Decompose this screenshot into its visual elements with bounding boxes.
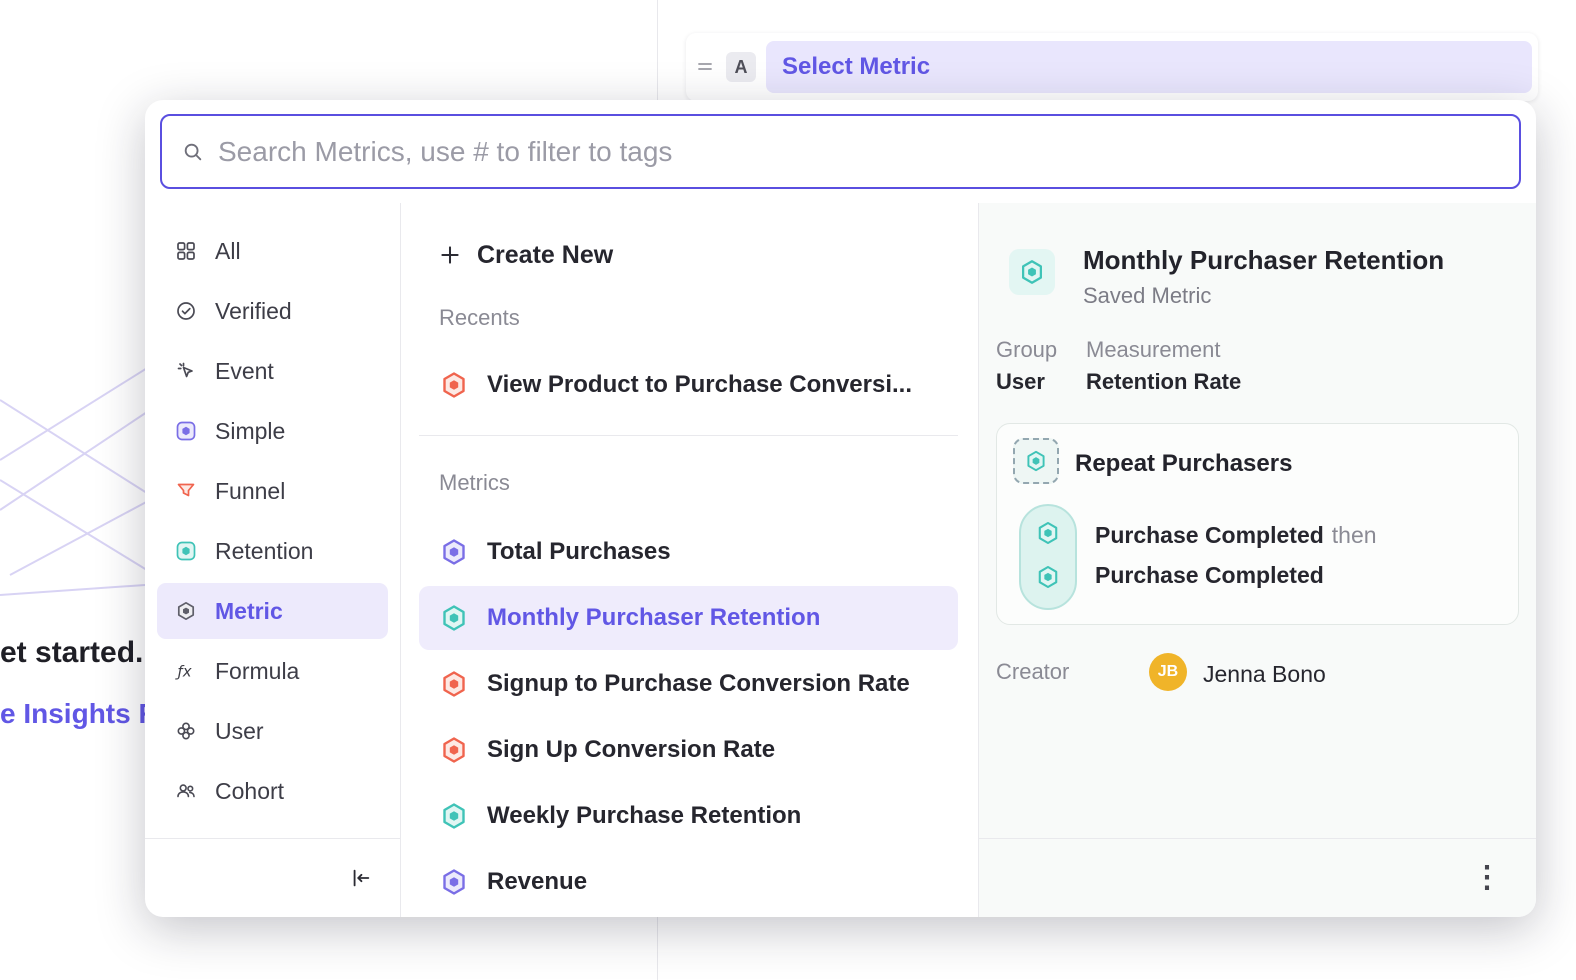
step-connector: then bbox=[1332, 522, 1377, 548]
group-label: Group bbox=[996, 337, 1057, 363]
metric-item-signup-conversion-rate[interactable]: Sign Up Conversion Rate bbox=[419, 718, 958, 782]
purple-hexagon-icon bbox=[439, 537, 469, 567]
sidebar-item-label: Funnel bbox=[215, 478, 285, 505]
funnel-icon bbox=[175, 480, 197, 502]
retention-definition-icon bbox=[1013, 438, 1059, 484]
drag-handle-icon[interactable] bbox=[694, 56, 716, 78]
simple-metric-icon bbox=[175, 420, 197, 442]
create-new-button[interactable]: Create New bbox=[401, 229, 978, 281]
metric-item-total-purchases[interactable]: Total Purchases bbox=[419, 520, 958, 584]
more-options-button[interactable] bbox=[1472, 863, 1502, 893]
search-box[interactable] bbox=[160, 114, 1521, 189]
preview-footer bbox=[979, 838, 1536, 917]
sidebar-item-all[interactable]: All bbox=[157, 223, 388, 279]
teal-hexagon-icon bbox=[1035, 564, 1061, 590]
formula-fx-icon: ƒx bbox=[175, 660, 197, 682]
metric-item-label: View Product to Purchase Conversi... bbox=[487, 371, 912, 399]
preview-title: Monthly Purchaser Retention bbox=[1083, 245, 1444, 276]
metric-item-label: Weekly Purchase Retention bbox=[487, 802, 801, 830]
sidebar-item-label: User bbox=[215, 718, 264, 745]
select-metric-button[interactable]: Select Metric bbox=[766, 41, 1532, 93]
svg-text:ƒx: ƒx bbox=[175, 663, 192, 681]
metrics-section-label: Metrics bbox=[439, 470, 978, 496]
list-divider bbox=[419, 435, 958, 436]
sidebar-item-label: Cohort bbox=[215, 778, 284, 805]
recent-metric-item[interactable]: View Product to Purchase Conversi... bbox=[419, 353, 958, 417]
metric-item-signup-to-purchase-conversion[interactable]: Signup to Purchase Conversion Rate bbox=[419, 652, 958, 716]
metric-toolbar: A Select Metric bbox=[686, 33, 1538, 101]
filter-sidebar: All Verified Event Simple bbox=[145, 203, 401, 917]
teal-hexagon-icon bbox=[439, 801, 469, 831]
creator-label: Creator bbox=[996, 659, 1069, 685]
create-new-label: Create New bbox=[477, 241, 613, 270]
sidebar-item-funnel[interactable]: Funnel bbox=[157, 463, 388, 519]
metric-list-column: Create New Recents View Product to Purch… bbox=[401, 203, 978, 917]
metric-item-monthly-purchaser-retention[interactable]: Monthly Purchaser Retention bbox=[419, 586, 958, 650]
sidebar-item-label: Metric bbox=[215, 598, 283, 625]
sidebar-item-label: Formula bbox=[215, 658, 299, 685]
preview-subtitle: Saved Metric bbox=[1083, 283, 1211, 309]
teal-hexagon-icon bbox=[1018, 258, 1046, 286]
user-flower-icon bbox=[175, 720, 197, 742]
retention-step-1: Purchase Completed then bbox=[1095, 522, 1377, 549]
recents-section-label: Recents bbox=[439, 305, 978, 331]
teal-hexagon-icon bbox=[1024, 449, 1048, 473]
sidebar-item-retention[interactable]: Retention bbox=[157, 523, 388, 579]
cohort-people-icon bbox=[175, 780, 197, 802]
sidebar-item-event[interactable]: Event bbox=[157, 343, 388, 399]
preview-metric-icon-tile bbox=[1009, 249, 1055, 295]
grid-icon bbox=[175, 240, 197, 262]
sidebar-footer bbox=[145, 838, 400, 917]
metric-preview-panel: Monthly Purchaser Retention Saved Metric… bbox=[978, 203, 1536, 917]
sidebar-item-label: All bbox=[215, 238, 241, 265]
metric-item-label: Revenue bbox=[487, 868, 587, 896]
metric-item-label: Total Purchases bbox=[487, 538, 671, 566]
funnel-hexagon-icon bbox=[439, 370, 469, 400]
red-hexagon-icon bbox=[439, 735, 469, 765]
verified-check-icon bbox=[175, 300, 197, 322]
sidebar-item-label: Event bbox=[215, 358, 274, 385]
sidebar-item-simple[interactable]: Simple bbox=[157, 403, 388, 459]
sidebar-item-formula[interactable]: ƒx Formula bbox=[157, 643, 388, 699]
creator-name: Jenna Bono bbox=[1203, 661, 1326, 688]
sidebar-item-cohort[interactable]: Cohort bbox=[157, 763, 388, 819]
measurement-label: Measurement bbox=[1086, 337, 1221, 363]
metric-item-revenue[interactable]: Revenue bbox=[419, 850, 958, 914]
metric-hexagon-icon bbox=[175, 600, 197, 622]
metric-item-label: Signup to Purchase Conversion Rate bbox=[487, 670, 910, 698]
creator-avatar: JB bbox=[1149, 653, 1187, 691]
step-event-name: Purchase Completed bbox=[1095, 522, 1324, 548]
search-input[interactable] bbox=[218, 136, 1499, 168]
sidebar-item-label: Simple bbox=[215, 418, 285, 445]
red-hexagon-icon bbox=[439, 669, 469, 699]
retention-steps-capsule bbox=[1019, 504, 1077, 610]
retention-icon bbox=[175, 540, 197, 562]
metric-item-label: Monthly Purchaser Retention bbox=[487, 604, 820, 632]
metric-item-weekly-purchase-retention[interactable]: Weekly Purchase Retention bbox=[419, 784, 958, 848]
definition-card-title: Repeat Purchasers bbox=[1075, 450, 1292, 478]
sidebar-item-metric[interactable]: Metric bbox=[157, 583, 388, 639]
background-heading-text: et started. bbox=[0, 636, 143, 670]
saved-metric-definition-card: Repeat Purchasers Purchase Completed then… bbox=[996, 423, 1519, 625]
event-cursor-icon bbox=[175, 360, 197, 382]
retention-step-2: Purchase Completed bbox=[1095, 562, 1324, 589]
metric-item-label: Sign Up Conversion Rate bbox=[487, 736, 775, 764]
group-value: User bbox=[996, 369, 1045, 395]
sidebar-item-label: Verified bbox=[215, 298, 292, 325]
modal-content: All Verified Event Simple bbox=[145, 203, 1536, 917]
metric-picker-modal: All Verified Event Simple bbox=[145, 100, 1536, 917]
plus-icon bbox=[439, 244, 461, 266]
measurement-value: Retention Rate bbox=[1086, 369, 1241, 395]
select-metric-label: Select Metric bbox=[782, 53, 930, 81]
teal-hexagon-icon bbox=[439, 603, 469, 633]
sidebar-item-label: Retention bbox=[215, 538, 313, 565]
purple-hexagon-icon bbox=[439, 867, 469, 897]
sidebar-item-verified[interactable]: Verified bbox=[157, 283, 388, 339]
series-a-badge: A bbox=[726, 52, 756, 82]
sidebar-item-user[interactable]: User bbox=[157, 703, 388, 759]
teal-hexagon-icon bbox=[1035, 520, 1061, 546]
step-event-name: Purchase Completed bbox=[1095, 562, 1324, 588]
collapse-sidebar-icon[interactable] bbox=[350, 867, 372, 889]
search-icon bbox=[182, 141, 204, 163]
